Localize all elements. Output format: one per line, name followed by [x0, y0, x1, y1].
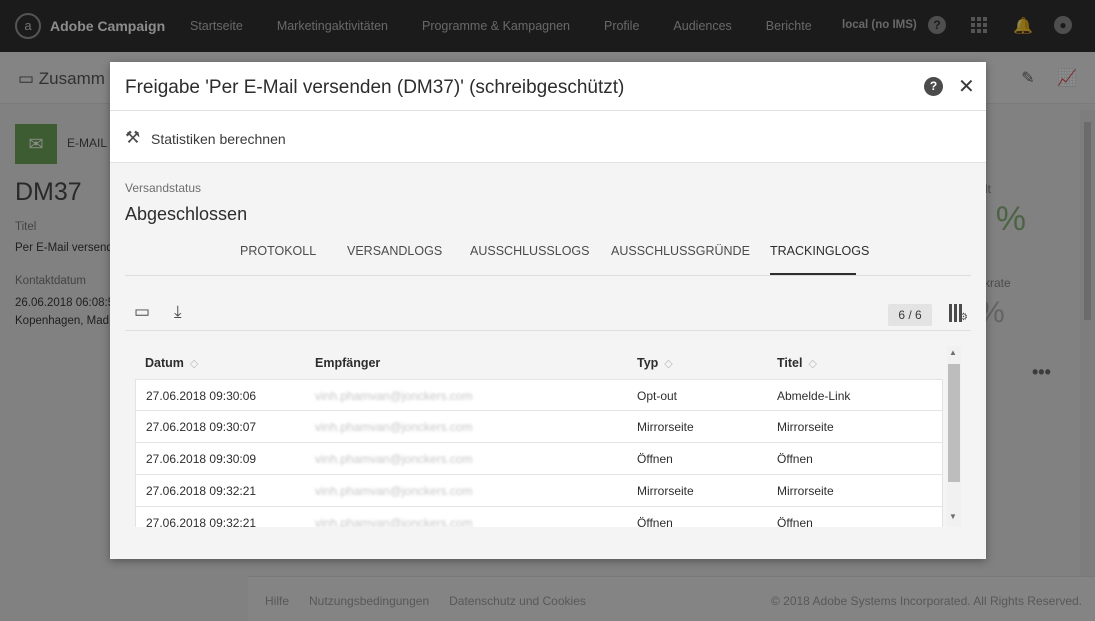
- log-tabs: PROTOKOLL VERSANDLOGS AUSSCHLUSSLOGS AUS…: [125, 233, 971, 276]
- cell-type: Öffnen: [637, 452, 673, 466]
- cell-title: Mirrorseite: [777, 484, 834, 498]
- column-settings-icon[interactable]: ⚙: [948, 304, 968, 324]
- scroll-up-arrow-icon[interactable]: ▲: [949, 348, 957, 357]
- table-body: 27.06.2018 09:30:06 vinh.phamvan@joncker…: [135, 379, 943, 527]
- column-header-titel[interactable]: Titel ◇: [777, 356, 817, 370]
- help-icon[interactable]: ?: [924, 77, 943, 96]
- list-toolbar: ▭ ⤓ 6 / 6 ⚙: [125, 294, 971, 331]
- record-counter: 6 / 6: [888, 304, 932, 326]
- toggle-panel-icon[interactable]: ▭: [134, 302, 150, 322]
- compute-statistics-icon[interactable]: ⚒: [125, 128, 140, 148]
- modal-title: Freigabe 'Per E-Mail versenden (DM37)' (…: [125, 77, 625, 98]
- table-row[interactable]: 27.06.2018 09:30:09 vinh.phamvan@joncker…: [135, 443, 943, 475]
- table-row[interactable]: 27.06.2018 09:32:21 vinh.phamvan@joncker…: [135, 507, 943, 527]
- table-row[interactable]: 27.06.2018 09:30:06 vinh.phamvan@joncker…: [135, 379, 943, 411]
- sort-icon[interactable]: ◇: [808, 358, 816, 370]
- cell-title: Öffnen: [777, 452, 813, 466]
- cell-title: Mirrorseite: [777, 420, 834, 434]
- tab-ausschlussgruende[interactable]: AUSSCHLUSSGRÜNDE: [611, 244, 750, 258]
- modal-header: Freigabe 'Per E-Mail versenden (DM37)' (…: [110, 62, 986, 111]
- delivery-status-value: Abgeschlossen: [125, 204, 248, 224]
- tab-versandlogs[interactable]: VERSANDLOGS: [347, 244, 442, 258]
- download-icon[interactable]: ⤓: [174, 302, 182, 322]
- cell-type: Opt-out: [637, 389, 678, 403]
- cell-recipient: vinh.phamvan@jonckers.com: [315, 516, 473, 527]
- close-icon[interactable]: ✕: [958, 74, 975, 99]
- delivery-status-label: Versandstatus: [125, 181, 202, 195]
- table-row[interactable]: 27.06.2018 09:30:07 vinh.phamvan@joncker…: [135, 411, 943, 443]
- tracking-logs-table: Datum ◇ Empfänger Typ ◇ Titel ◇ 27.06.2018 …: [135, 346, 969, 527]
- compute-statistics-button[interactable]: Statistiken berechnen: [151, 131, 286, 147]
- tab-protokoll[interactable]: PROTOKOLL: [240, 244, 316, 258]
- cell-type: Öffnen: [637, 516, 673, 527]
- cell-title: Öffnen: [777, 516, 813, 527]
- cell-recipient: vinh.phamvan@jonckers.com: [315, 452, 473, 466]
- delivery-modal: Freigabe 'Per E-Mail versenden (DM37)' (…: [110, 62, 986, 559]
- column-header-empfaenger[interactable]: Empfänger: [315, 356, 380, 370]
- cell-recipient: vinh.phamvan@jonckers.com: [315, 484, 473, 498]
- cell-type: Mirrorseite: [637, 484, 694, 498]
- cell-date: 27.06.2018 09:32:21: [146, 484, 257, 498]
- cell-date: 27.06.2018 09:30:06: [146, 389, 257, 403]
- table-scrollbar[interactable]: ▲ ▼: [947, 346, 961, 527]
- tab-trackinglogs[interactable]: TRACKINGLOGS: [770, 244, 869, 258]
- scroll-down-arrow-icon[interactable]: ▼: [949, 512, 957, 521]
- cell-recipient: vinh.phamvan@jonckers.com: [315, 389, 473, 403]
- table-scrollbar-thumb[interactable]: [948, 364, 960, 482]
- cell-recipient: vinh.phamvan@jonckers.com: [315, 420, 473, 434]
- cell-date: 27.06.2018 09:30:07: [146, 420, 257, 434]
- active-tab-indicator: [770, 273, 856, 275]
- column-header-datum[interactable]: Datum ◇: [145, 356, 198, 370]
- table-row[interactable]: 27.06.2018 09:32:21 vinh.phamvan@joncker…: [135, 475, 943, 507]
- cell-date: 27.06.2018 09:30:09: [146, 452, 257, 466]
- cell-date: 27.06.2018 09:32:21: [146, 516, 257, 527]
- column-header-typ[interactable]: Typ ◇: [637, 356, 673, 370]
- sort-icon[interactable]: ◇: [190, 358, 198, 370]
- cell-type: Mirrorseite: [637, 420, 694, 434]
- sort-icon[interactable]: ◇: [664, 358, 672, 370]
- modal-toolbar: ⚒ Statistiken berechnen: [110, 111, 986, 163]
- table-header: Datum ◇ Empfänger Typ ◇ Titel ◇: [135, 346, 943, 379]
- tab-ausschlusslogs[interactable]: AUSSCHLUSSLOGS: [470, 244, 589, 258]
- cell-title: Abmelde-Link: [777, 389, 851, 403]
